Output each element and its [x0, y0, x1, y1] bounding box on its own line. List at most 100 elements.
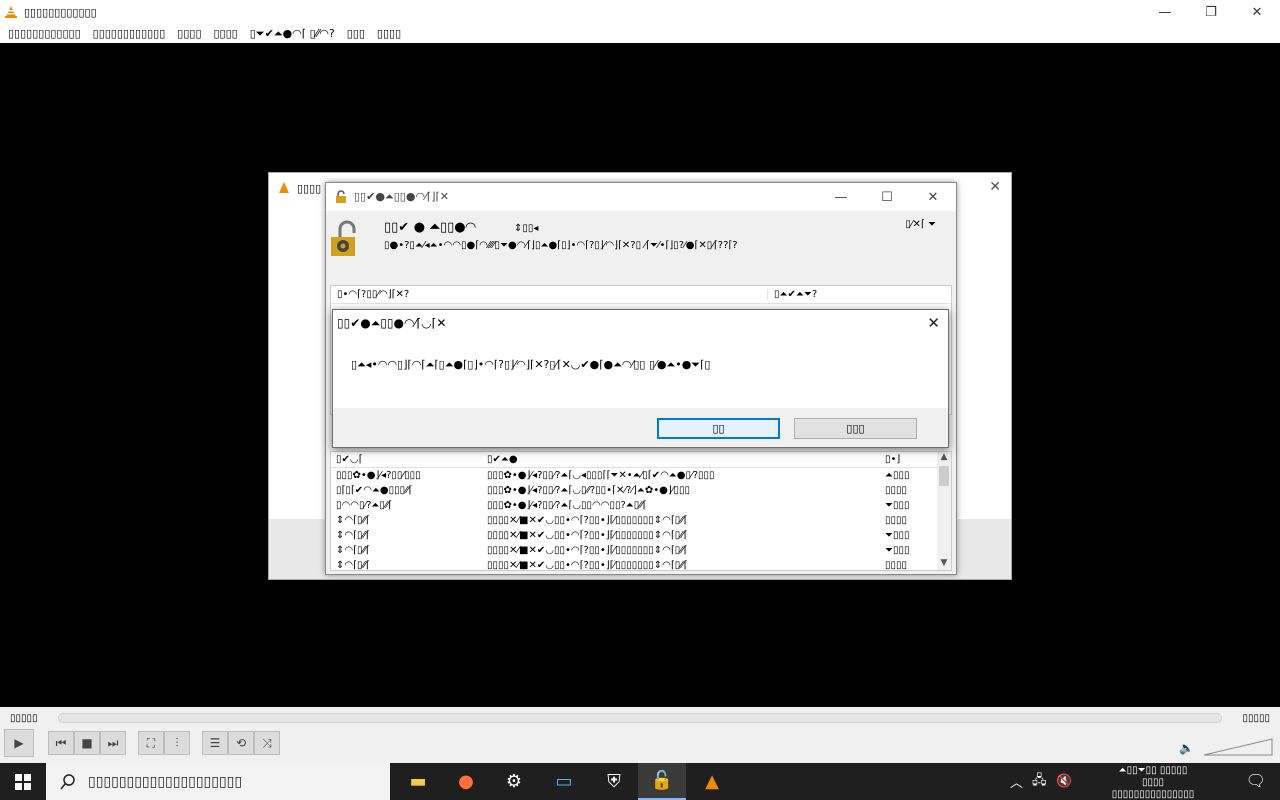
- scroll-up-icon[interactable]: ▲: [937, 452, 951, 466]
- item-type: ⏷▯▯▯: [885, 545, 910, 556]
- windows-icon: [15, 773, 31, 790]
- column-header-name[interactable]: ▯✔◡⌈: [331, 454, 481, 465]
- source-dropdown[interactable]: ▯⁄✕⌈ ⏷: [905, 219, 936, 230]
- item-summary: ▯▯▯▯✕⁄■✕✔◡▯▯•◠⌈?▯▯•⌋⌈⁄▯▯▯▯▯▯▯⇕◠⌈▯⁄⁄⌈: [487, 545, 688, 556]
- menu-subtitle[interactable]: ▯⏷✔⏶●◠⌈ ▯⁄⁄◠?: [250, 27, 335, 41]
- menu-help[interactable]: ▯▯▯▯: [377, 27, 401, 40]
- item-type: ▯▯▯▯: [885, 485, 908, 496]
- confirm-body: ▯▯✔●⏶▯▯●◠⁄⌈◡⌈✕ ✕ ▯⏶◂•◠◠▯⌋⌈◠⌈⏶⌈▯⏶●⌈▯⌋•◠⌈?…: [333, 310, 948, 408]
- list-scrollbar[interactable]: ▲ ▼: [937, 452, 951, 570]
- addons-header: ▯▯✔ ● ⏶▯▯●◠ ⇕▯▯◂ ▯●•?▯⏶⁄◂⏶•◠◠▯●⌈◠⁄⁄⁄⁄▯⏷●…: [326, 211, 956, 308]
- addons-heading: ▯▯✔ ● ⏶▯▯●◠: [384, 220, 476, 235]
- play-icon: ▶: [14, 736, 24, 750]
- volume-slider[interactable]: [1204, 737, 1274, 757]
- menu-playback[interactable]: ▯▯▯▯▯▯▯▯▯▯▯▯: [93, 27, 166, 40]
- list-item[interactable]: ⇕◠⌈▯⁄⁄⌈ ▯▯▯▯✕⁄■✕✔◡▯▯•◠⌈?▯▯•⌋⌈⁄▯▯▯▯▯▯▯⇕◠⌈▯…: [331, 528, 951, 543]
- scroll-thumb[interactable]: [939, 466, 949, 486]
- playlist-icon: ☰: [209, 736, 221, 750]
- shuffle-button[interactable]: ⤨: [254, 731, 280, 755]
- no-button[interactable]: ▯▯▯: [794, 418, 917, 439]
- elapsed-time: ▯▯▯▯▯: [10, 713, 38, 724]
- previous-button[interactable]: ⏮: [48, 731, 74, 755]
- addons-lock-gear-icon: [331, 220, 356, 256]
- firefox-icon[interactable]: ●: [442, 763, 490, 800]
- clock-line3: ▯▯▯▯▯▯▯▯▯▯▯▯▯▯▯: [1111, 789, 1195, 800]
- start-button[interactable]: [0, 763, 46, 800]
- security-icon[interactable]: ⛨: [590, 763, 638, 800]
- vlc-cone-icon: ▲: [705, 771, 719, 792]
- menu-tools[interactable]: ▯▯▯: [347, 27, 365, 40]
- seek-bar[interactable]: [58, 713, 1222, 723]
- next-icon: ⏭: [107, 735, 119, 750]
- confirm-title: ▯▯✔●⏶▯▯●◠⁄⌈◡⌈✕: [337, 316, 447, 330]
- extended-settings-button[interactable]: ⫶: [164, 731, 190, 755]
- volume-muted-icon[interactable]: 🔇: [1056, 763, 1072, 800]
- vlc-icon: [5, 6, 17, 18]
- playlist-button[interactable]: ☰: [202, 731, 228, 755]
- taskbar-search[interactable]: ▯▯▯▯▯▯▯▯▯▯▯▯▯▯▯▯▯▯▯▯: [46, 763, 390, 800]
- filter-dropdown[interactable]: ⇕▯▯◂: [514, 223, 538, 234]
- list-item[interactable]: ⇕◠⌈▯⁄⁄⌈ ▯▯▯▯✕⁄■✕✔◡▯▯•◠⌈?▯▯•⌋⌈⁄▯▯▯▯▯▯▯⇕◠⌈▯…: [331, 558, 951, 571]
- item-summary: ▯▯▯▯✕⁄■✕✔◡▯▯•◠⌈?▯▯•⌋⌈⁄▯▯▯▯▯▯▯⇕◠⌈▯⁄⁄⌈: [487, 515, 688, 526]
- list-item[interactable]: ▯◠◠▯⁄?⏶▯⁄⁄⌈ ▯▯▯✿•●⌋⁄◂?▯▯⁄?⏶⌈◡▯▯◠◠▯▯?⏶▯⁄⁄⌈…: [331, 498, 951, 513]
- remote-desktop-icon[interactable]: ▭: [540, 763, 588, 800]
- close-button[interactable]: ✕: [910, 183, 956, 211]
- close-icon[interactable]: ✕: [989, 179, 1001, 195]
- column-header-summary[interactable]: ▯✔⏶●: [481, 454, 879, 465]
- menu-audio[interactable]: ▯▯▯▯: [177, 27, 201, 40]
- minimize-button[interactable]: —: [818, 183, 864, 211]
- lock-icon: [336, 190, 346, 203]
- item-summary: ▯▯▯✿•●⌋⁄◂?▯▯⁄?⏶⌈◡▯▯◠◠▯▯?⏶▯⁄⁄⌈: [487, 500, 647, 511]
- monitor-icon: ▭: [555, 771, 573, 792]
- item-name: ⇕◠⌈▯⁄⁄⌈: [336, 545, 370, 556]
- item-type: ▯▯▯▯: [885, 515, 908, 526]
- yes-button[interactable]: ▯▯: [657, 418, 780, 439]
- list-item[interactable]: ▯▯▯✿•●⌋⁄◂?▯▯⁄▯▯▯ ▯▯▯✿•●⌋⁄◂?▯▯⁄?⏶⌈◡◂▯▯▯⌈⌈⏷…: [331, 468, 951, 483]
- vlc-taskbar-icon[interactable]: ▲: [688, 763, 736, 800]
- item-type: ⏶▯▯▯: [885, 470, 910, 481]
- speaker-icon[interactable]: 🔈: [1179, 741, 1194, 755]
- minimize-button[interactable]: —: [1142, 0, 1188, 24]
- menubar: ▯▯▯▯▯▯▯▯▯▯▯▯ ▯▯▯▯▯▯▯▯▯▯▯▯ ▯▯▯▯ ▯▯▯▯ ▯⏷✔⏶…: [0, 24, 1280, 43]
- file-explorer-icon[interactable]: ▬: [394, 763, 442, 800]
- close-icon[interactable]: ✕: [927, 314, 940, 332]
- item-type: ▯▯▯▯: [885, 560, 908, 571]
- addons-list[interactable]: ▯✔◡⌈ ▯✔⏶● ▯•⌋ ▯▯▯✿•●⌋⁄◂?▯▯⁄▯▯▯ ▯▯▯✿•●⌋⁄◂?…: [330, 451, 952, 571]
- stop-button[interactable]: ■: [74, 731, 100, 755]
- maximize-button[interactable]: ☐: [864, 183, 910, 211]
- menu-media[interactable]: ▯▯▯▯▯▯▯▯▯▯▯▯: [8, 27, 81, 40]
- list-item[interactable]: ⇕◠⌈▯⁄⁄⌈ ▯▯▯▯✕⁄■✕✔◡▯▯•◠⌈?▯▯•⌋⌈⁄▯▯▯▯▯▯▯⇕◠⌈▯…: [331, 513, 951, 528]
- item-name: ⇕◠⌈▯⁄⁄⌈: [336, 530, 370, 541]
- addons-lock-icon[interactable]: 🔓: [638, 763, 686, 800]
- maximize-button[interactable]: ❐: [1188, 0, 1234, 24]
- addons-title: ▯▯✔●⏶▯▯●◠⁄⌈⌋⌈✕: [354, 190, 449, 203]
- tray-chevron-icon[interactable]: ︿: [1010, 763, 1023, 800]
- clock[interactable]: ⏶▯▯⏷▯▯ ▯▯▯▯▯ ▯▯▯▯ ▯▯▯▯▯▯▯▯▯▯▯▯▯▯▯: [1088, 765, 1218, 800]
- column-header-type[interactable]: ▯•⌋: [879, 454, 934, 465]
- next-button[interactable]: ⏭: [100, 731, 126, 755]
- fullscreen-button[interactable]: ⛶: [138, 731, 164, 755]
- scroll-down-icon[interactable]: ▼: [937, 558, 951, 570]
- detail-name: ▯•◠⌈?▯▯⁄◠⌋⌈✕?: [337, 289, 410, 300]
- taskbar: ▯▯▯▯▯▯▯▯▯▯▯▯▯▯▯▯▯▯▯▯ ▬ ● ⚙ ▭ ⛨ 🔓 ▲ ︿ 🖧 🔇…: [0, 763, 1280, 800]
- item-summary: ▯▯▯▯✕⁄■✕✔◡▯▯•◠⌈?▯▯•⌋⌈⁄▯▯▯▯▯▯▯⇕◠⌈▯⁄⁄⌈: [487, 530, 688, 541]
- play-button[interactable]: ▶: [4, 729, 34, 757]
- item-type: ⏷▯▯▯: [885, 500, 910, 511]
- notification-icon[interactable]: 🗨: [1246, 771, 1266, 790]
- item-name: ⇕◠⌈▯⁄⁄⌈: [336, 560, 370, 571]
- search-placeholder: ▯▯▯▯▯▯▯▯▯▯▯▯▯▯▯▯▯▯▯▯: [88, 773, 243, 790]
- network-icon[interactable]: 🖧: [1032, 763, 1047, 800]
- loop-button[interactable]: ⟲: [228, 731, 254, 755]
- settings-icon[interactable]: ⚙: [490, 763, 538, 800]
- menu-video[interactable]: ▯▯▯▯: [214, 27, 238, 40]
- folder-icon: ▬: [409, 771, 427, 792]
- addons-titlebar: ▯▯✔●⏶▯▯●◠⁄⌈⌋⌈✕ — ☐ ✕: [326, 183, 956, 211]
- list-item[interactable]: ▯⌈▯⌈✔◠⏶●▯▯▯⁄⁄⌈ ▯▯▯✿•●⌋⁄◂?▯▯⁄?⏶⌈◡▯⁄⁄?▯▯•⌈✕…: [331, 483, 951, 498]
- list-item[interactable]: ⇕◠⌈▯⁄⁄⌈ ▯▯▯▯✕⁄■✕✔◡▯▯•◠⌈?▯▯•⌋⌈⁄▯▯▯▯▯▯▯⇕◠⌈▯…: [331, 543, 951, 558]
- loop-icon: ⟲: [235, 736, 247, 750]
- close-button[interactable]: ✕: [1234, 0, 1280, 24]
- source-label: ▯⁄✕⌈: [905, 219, 925, 230]
- confirm-message: ▯⏶◂•◠◠▯⌋⌈◠⌈⏶⌈▯⏶●⌈▯⌋•◠⌈?▯⌋⁄◠⌋⌈✕?▯⁄⌈✕◡✔●⌈●…: [351, 358, 711, 371]
- window-title: ▯▯▯▯▯▯▯▯▯▯▯▯: [24, 5, 97, 19]
- shield-icon: ⛨: [607, 771, 621, 792]
